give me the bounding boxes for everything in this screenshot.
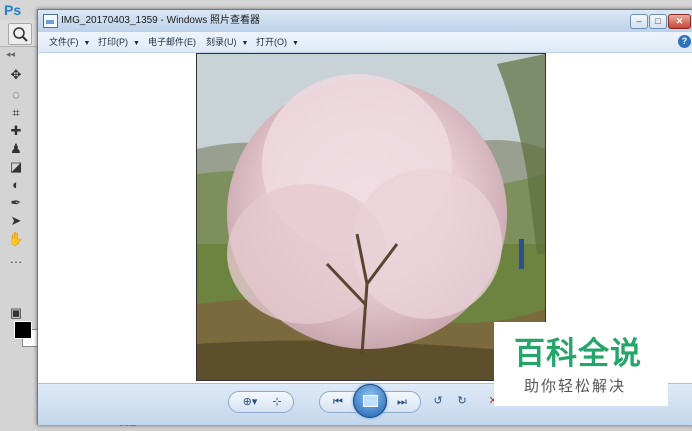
help-icon[interactable]: ?	[678, 35, 691, 48]
watermark-slogan: 助你轻松解决	[524, 377, 627, 395]
foreground-color-swatch[interactable]	[14, 321, 32, 339]
photoshop-toolbar: ◂◂ ✥ ◌ ⌗ ✚ ♟ ◪ ◐ ✒ ➤ ✋ … ▣	[0, 47, 40, 431]
window-title: IMG_20170403_1359 - Windows 照片查看器	[61, 15, 260, 26]
baidu-baike-watermark: 百科全说 助你轻松解决	[494, 322, 668, 406]
zoom-icon[interactable]: ⊕▾	[241, 395, 259, 409]
menu-open[interactable]: 打开(O) ▼	[256, 35, 299, 51]
rotate-counterclockwise-icon[interactable]: ↺	[430, 394, 446, 408]
watermark-title: 百科全说	[514, 336, 642, 372]
more-tools-icon[interactable]: …	[6, 251, 26, 267]
menu-email-label: 电子邮件(E)	[148, 37, 196, 47]
maximize-button[interactable]: □	[649, 14, 667, 29]
eraser-tool-icon[interactable]: ◪	[6, 159, 26, 175]
minimize-button[interactable]: –	[630, 14, 648, 29]
move-tool-icon[interactable]: ✥	[6, 67, 26, 83]
photoshop-logo: Ps	[4, 2, 22, 18]
next-icon[interactable]: ⏭	[392, 395, 412, 409]
menu-print-label: 打印(P)	[98, 37, 128, 47]
zoom-tool-option-button[interactable]	[8, 23, 32, 45]
crop-tool-icon[interactable]: ⌗	[6, 105, 26, 121]
chevron-down-icon: ▼	[292, 40, 299, 47]
menu-burn[interactable]: 刻录(U) ▼	[206, 35, 248, 51]
path-selection-icon[interactable]: ➤	[6, 213, 26, 229]
hand-tool-icon[interactable]: ✋	[6, 231, 26, 247]
close-button[interactable]: ✕	[668, 14, 691, 29]
photo-viewer-app-icon	[43, 14, 58, 28]
quick-mask-icon[interactable]: ▣	[6, 305, 26, 321]
chevron-down-icon: ▼	[241, 40, 249, 47]
slideshow-button[interactable]	[353, 384, 387, 418]
healing-brush-icon[interactable]: ✚	[6, 123, 26, 139]
toolbar-grip-icon[interactable]: ◂◂	[6, 49, 15, 60]
pen-tool-icon[interactable]: ✒	[6, 195, 26, 211]
menu-email[interactable]: 电子邮件(E)	[148, 35, 196, 49]
chevron-down-icon: ▼	[83, 40, 91, 47]
menu-burn-label: 刻录(U)	[206, 37, 237, 47]
menu-file-label: 文件(F)	[49, 37, 79, 47]
rotate-clockwise-icon[interactable]: ↻	[454, 394, 470, 408]
zoom-fit-group: ⊕▾ ⊹	[228, 391, 294, 413]
photo-image	[197, 54, 545, 380]
menu-bar: 文件(F) ▼ 打印(P) ▼ 电子邮件(E) 刻录(U) ▼ 打开(O) ▼	[38, 32, 692, 53]
blur-tool-icon[interactable]: ◐	[6, 177, 26, 193]
menu-open-label: 打开(O)	[256, 37, 287, 47]
stamp-tool-icon[interactable]: ♟	[6, 141, 26, 157]
title-bar[interactable]: IMG_20170403_1359 - Windows 照片查看器 – □ ✕	[38, 10, 692, 32]
actual-size-icon[interactable]: ⊹	[269, 395, 285, 409]
menu-print[interactable]: 打印(P) ▼	[98, 35, 140, 51]
slideshow-icon	[363, 395, 378, 407]
chevron-down-icon: ▼	[133, 40, 140, 47]
magnifier-icon	[13, 27, 28, 42]
previous-icon[interactable]: ⏮	[328, 395, 348, 409]
menu-file[interactable]: 文件(F) ▼	[49, 35, 90, 51]
lasso-tool-icon[interactable]: ◌	[6, 87, 26, 103]
